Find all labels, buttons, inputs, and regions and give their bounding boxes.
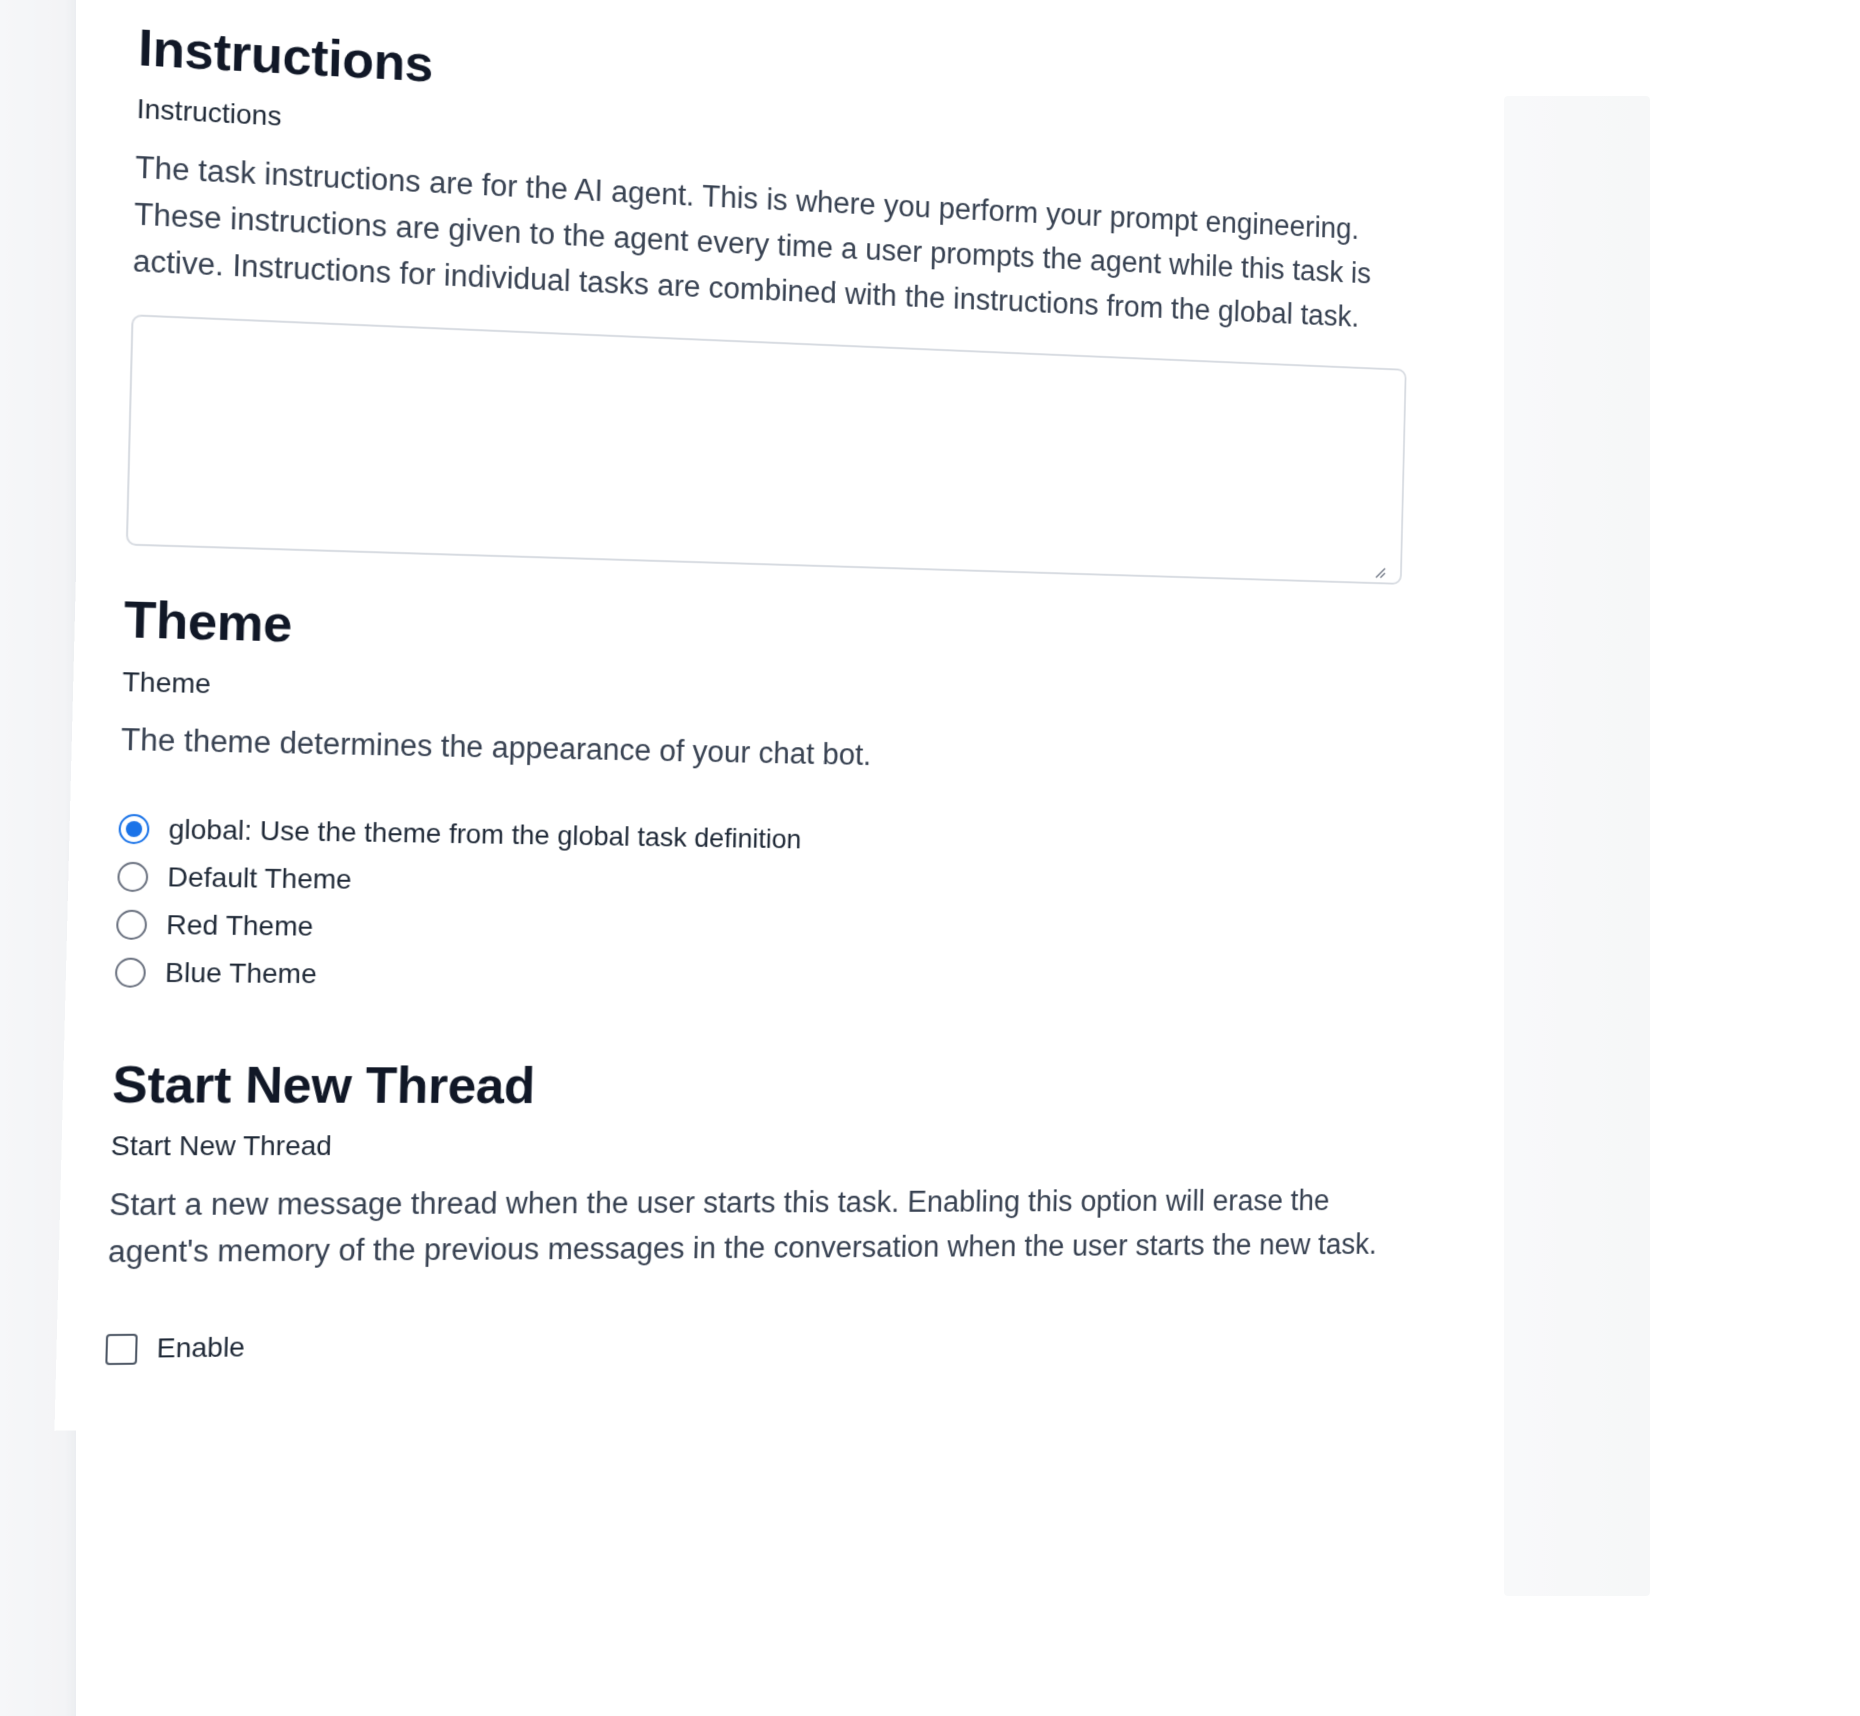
resize-grip-icon[interactable] <box>1373 565 1386 578</box>
theme-radio-group: global: Use the theme from the global ta… <box>114 805 1388 1006</box>
theme-option-label: global: Use the theme from the global ta… <box>168 813 802 855</box>
radio-button-blue[interactable] <box>114 957 147 988</box>
instructions-textarea[interactable] <box>125 314 1407 585</box>
enable-checkbox[interactable] <box>105 1333 138 1365</box>
theme-option-label: Default Theme <box>167 861 353 895</box>
thread-description: Start a new message thread when the user… <box>107 1183 1378 1270</box>
theme-section: Theme Theme The theme determines the app… <box>114 590 1392 1006</box>
thread-title: Start New Thread <box>111 1056 536 1115</box>
radio-button-default[interactable] <box>117 861 149 893</box>
theme-option-label: Blue Theme <box>164 957 318 990</box>
thread-label: Start New Thread <box>110 1130 333 1162</box>
instructions-section: Instructions Instructions The task instr… <box>125 17 1407 585</box>
radio-button-red[interactable] <box>115 909 148 940</box>
enable-label: Enable <box>156 1331 246 1364</box>
settings-panel: Instructions Instructions The task instr… <box>54 0 1449 1431</box>
instructions-textarea-wrap <box>125 314 1407 585</box>
thread-section: Start New Thread Start New Thread Start … <box>105 1054 1382 1373</box>
theme-description: The theme determines the appearance of y… <box>120 721 872 772</box>
theme-option-label: Red Theme <box>165 909 314 942</box>
reflection-fade <box>76 1430 1504 1716</box>
reflection: Enable Start a new message thread when t… <box>76 1430 1504 1716</box>
radio-button-global[interactable] <box>118 813 150 845</box>
enable-option[interactable]: Enable <box>105 1312 1376 1373</box>
